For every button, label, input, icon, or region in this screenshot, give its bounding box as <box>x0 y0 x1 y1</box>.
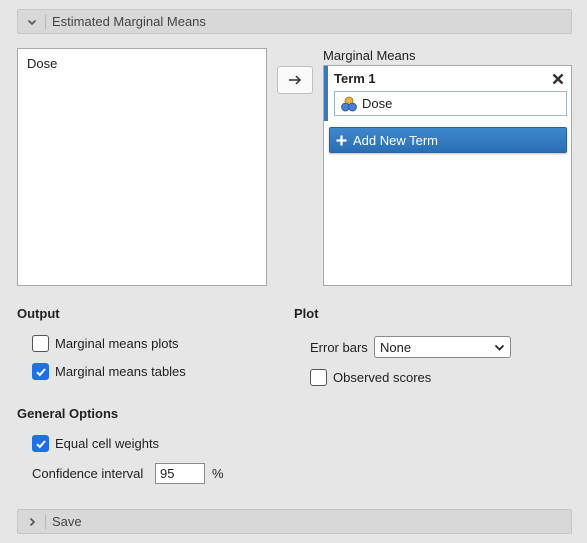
term-card: Term 1 Dose <box>324 66 571 121</box>
add-new-term-label: Add New Term <box>353 132 439 148</box>
chevron-down-icon <box>494 344 505 351</box>
term-title: Term 1 <box>334 71 376 86</box>
marginal-means-box: Term 1 Dose Add New Term <box>323 65 572 286</box>
equal-cell-weights-label: Equal cell weights <box>55 436 160 451</box>
transfer-button[interactable] <box>277 66 313 94</box>
error-bars-label: Error bars <box>310 340 368 355</box>
error-bars-select[interactable]: None <box>374 336 511 358</box>
marginal-means-tables-checkbox[interactable] <box>32 363 49 380</box>
confidence-interval-unit: % <box>212 466 224 481</box>
general-options-heading: General Options <box>17 406 119 421</box>
arrow-right-icon <box>289 75 302 85</box>
confidence-interval-input[interactable] <box>155 463 205 484</box>
marginal-means-label: Marginal Means <box>323 48 416 63</box>
emm-section-header[interactable]: Estimated Marginal Means <box>17 9 572 34</box>
chevron-down-icon <box>18 14 46 29</box>
term-variable-label: Dose <box>362 96 393 111</box>
equal-cell-weights-checkbox[interactable] <box>32 435 49 452</box>
observed-scores-checkbox[interactable] <box>310 369 327 386</box>
confidence-interval-label: Confidence interval <box>32 466 144 481</box>
plus-icon <box>336 135 347 145</box>
checkmark-icon <box>35 367 46 376</box>
output-heading: Output <box>17 306 60 321</box>
close-icon[interactable] <box>551 72 565 86</box>
variable-list[interactable]: Dose <box>17 48 267 286</box>
marginal-means-tables-option[interactable]: Marginal means tables <box>32 363 186 380</box>
term-variable-field[interactable]: Dose <box>334 91 567 116</box>
marginal-means-plots-option[interactable]: Marginal means plots <box>32 335 179 352</box>
nominal-variable-icon <box>341 96 357 111</box>
add-new-term-button[interactable]: Add New Term <box>329 127 567 153</box>
emm-section-title: Estimated Marginal Means <box>52 14 206 29</box>
variable-item-dose[interactable]: Dose <box>18 49 266 71</box>
chevron-right-icon <box>18 514 46 529</box>
plot-heading: Plot <box>294 306 319 321</box>
equal-cell-weights-option[interactable]: Equal cell weights <box>32 435 159 452</box>
marginal-means-plots-label: Marginal means plots <box>55 336 179 351</box>
observed-scores-label: Observed scores <box>333 370 432 385</box>
marginal-means-tables-label: Marginal means tables <box>55 364 186 379</box>
checkmark-icon <box>35 439 46 448</box>
observed-scores-option[interactable]: Observed scores <box>310 369 431 386</box>
save-section-header[interactable]: Save <box>17 509 572 534</box>
marginal-means-plots-checkbox[interactable] <box>32 335 49 352</box>
error-bars-value: None <box>380 339 412 355</box>
save-section-title: Save <box>52 514 82 529</box>
